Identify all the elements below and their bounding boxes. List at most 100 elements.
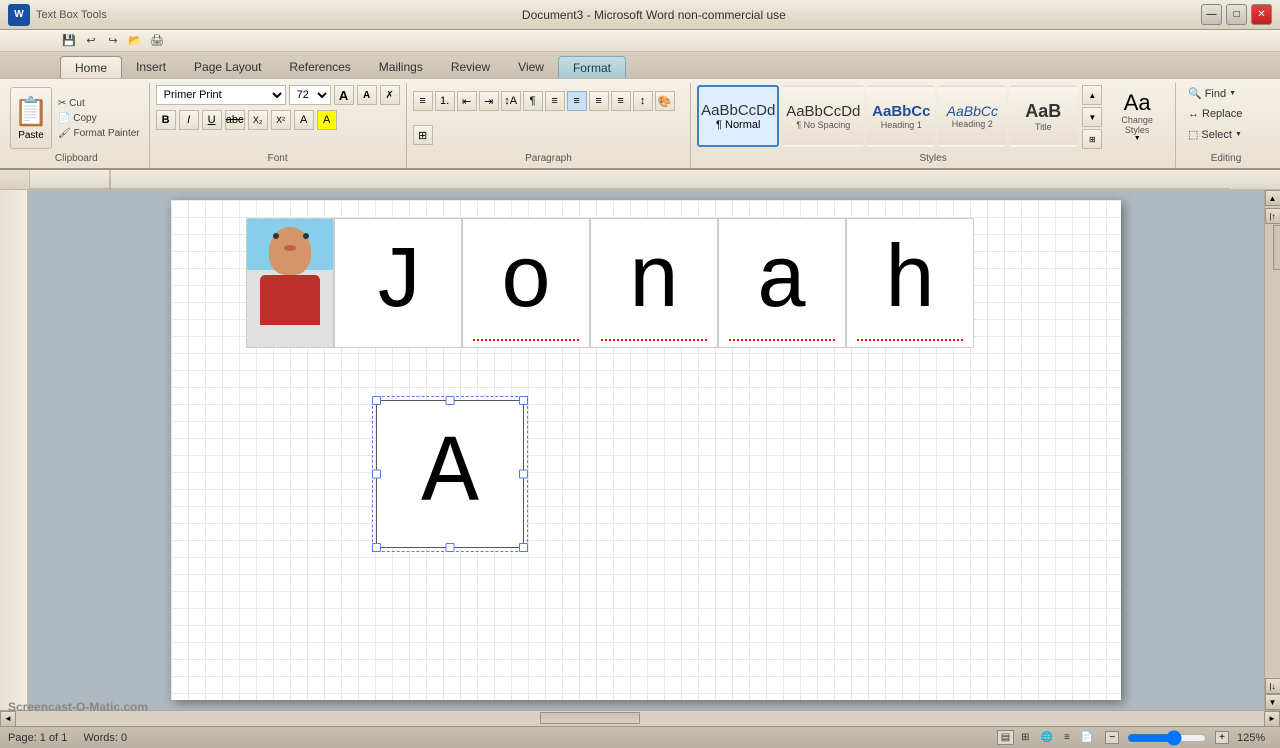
shrink-font-button[interactable]: A — [357, 85, 377, 105]
save-button[interactable]: 💾 — [60, 32, 78, 50]
style-title[interactable]: AaB Title — [1009, 85, 1077, 147]
full-screen-icon[interactable]: ⊞ — [1017, 730, 1033, 745]
bullets-button[interactable]: ≡ — [413, 91, 433, 111]
sort-button[interactable]: ↕A — [501, 91, 521, 111]
numbering-button[interactable]: 1. — [435, 91, 455, 111]
align-center-button[interactable]: ≡ — [567, 91, 587, 111]
grow-font-button[interactable]: A — [334, 85, 354, 105]
tab-mailings[interactable]: Mailings — [365, 56, 437, 78]
textbox-A[interactable]: A — [376, 400, 524, 548]
scroll-up-button[interactable]: ▲ — [1265, 190, 1280, 206]
tab-review[interactable]: Review — [437, 56, 504, 78]
styles-scroll-down[interactable]: ▼ — [1082, 107, 1102, 127]
tab-view[interactable]: View — [504, 56, 558, 78]
style-heading1[interactable]: AaBbCc Heading 1 — [867, 85, 935, 147]
scroll-thumb[interactable] — [1273, 225, 1280, 270]
font-name-select[interactable]: Primer Print — [156, 85, 286, 105]
h-scroll-thumb[interactable] — [540, 712, 640, 724]
scroll-down-button[interactable]: ▼ — [1265, 694, 1280, 710]
indent-increase-button[interactable]: ⇥ — [479, 91, 499, 111]
underline-button[interactable]: U — [202, 110, 222, 130]
style-heading2[interactable]: AaBbCc Heading 2 — [938, 85, 1006, 147]
change-styles-icon: Aa — [1124, 90, 1151, 116]
toolbar-context-label: Text Box Tools — [36, 9, 107, 21]
indent-decrease-button[interactable]: ⇤ — [457, 91, 477, 111]
style-normal[interactable]: AaBbCcDd ¶ Normal — [697, 85, 779, 147]
zoom-in-button[interactable]: + — [1215, 731, 1229, 744]
find-label: Find — [1205, 88, 1226, 100]
tab-references[interactable]: References — [275, 56, 364, 78]
handle-tl[interactable] — [372, 396, 381, 405]
scroll-bottom-btn[interactable]: |↓ — [1265, 678, 1280, 694]
format-painter-button[interactable]: 🖌 Format Painter — [55, 127, 143, 140]
change-styles-button[interactable]: Aa Change Styles ▼ — [1105, 85, 1169, 147]
h-scroll-right[interactable]: ► — [1264, 711, 1280, 727]
draft-icon[interactable]: 📄 — [1077, 730, 1097, 745]
print-button[interactable]: 🖨 — [148, 32, 166, 50]
zoom-slider[interactable] — [1127, 733, 1207, 743]
styles-expand[interactable]: ⊞ — [1082, 129, 1102, 149]
handle-bl[interactable] — [372, 543, 381, 552]
tab-insert[interactable]: Insert — [122, 56, 180, 78]
handle-tr[interactable] — [519, 396, 528, 405]
undo-button[interactable]: ↩ — [82, 32, 100, 50]
replace-button[interactable]: ↔ Replace — [1182, 106, 1248, 122]
shading-button[interactable]: 🎨 — [655, 91, 675, 111]
outline-icon[interactable]: ≡ — [1060, 730, 1074, 745]
ribbon: Home Insert Page Layout References Maili… — [0, 52, 1280, 170]
styles-scroll-up[interactable]: ▲ — [1082, 85, 1102, 105]
handle-ml[interactable] — [372, 470, 381, 479]
style-title-text: AaB — [1025, 101, 1061, 122]
paste-icon: 📋 — [14, 95, 49, 128]
font-size-select[interactable]: 72 — [289, 85, 331, 105]
close-button[interactable]: ✕ — [1251, 4, 1272, 25]
italic-button[interactable]: I — [179, 110, 199, 130]
highlight-button[interactable]: A — [317, 110, 337, 130]
align-right-button[interactable]: ≡ — [589, 91, 609, 111]
zoom-out-button[interactable]: − — [1105, 731, 1119, 744]
horizontal-scrollbar[interactable]: ◄ ► — [0, 710, 1280, 726]
text-color-button[interactable]: A — [294, 110, 314, 130]
tab-format[interactable]: Format — [558, 56, 626, 78]
strikethrough-button[interactable]: abc — [225, 110, 245, 130]
document-scroll-area[interactable]: J o n a h — [28, 190, 1264, 710]
cut-button[interactable]: ✂ Cut — [55, 97, 143, 110]
handle-tc[interactable] — [446, 396, 455, 405]
maximize-button[interactable]: □ — [1226, 4, 1247, 25]
superscript-button[interactable]: X² — [271, 110, 291, 130]
select-button[interactable]: ⬚ Select ▼ — [1182, 126, 1248, 143]
letter-cell-o: o — [462, 218, 590, 348]
subscript-button[interactable]: X₂ — [248, 110, 268, 130]
print-layout-icon[interactable]: ▤ — [997, 730, 1014, 745]
style-no-spacing[interactable]: AaBbCcDd ¶ No Spacing — [782, 85, 864, 147]
copy-button[interactable]: 📄 Copy — [55, 112, 143, 125]
tab-home[interactable]: Home — [60, 56, 122, 78]
open-button[interactable]: 📂 — [126, 32, 144, 50]
paste-label: Paste — [18, 130, 44, 141]
replace-icon: ↔ — [1188, 108, 1199, 120]
show-formatting-button[interactable]: ¶ — [523, 91, 543, 111]
minimize-button[interactable]: — — [1201, 4, 1222, 25]
style-title-label: Title — [1035, 122, 1052, 132]
styles-group: AaBbCcDd ¶ Normal AaBbCcDd ¶ No Spacing … — [691, 83, 1176, 168]
paste-button[interactable]: 📋 Paste — [10, 87, 52, 149]
redo-button[interactable]: ↪ — [104, 32, 122, 50]
editing-group: 🔍 Find ▼ ↔ Replace ⬚ Select ▼ Editing — [1176, 83, 1276, 168]
scroll-top-btn[interactable]: |↑ — [1265, 208, 1280, 224]
bold-button[interactable]: B — [156, 110, 176, 130]
line-spacing-button[interactable]: ↕ — [633, 91, 653, 111]
tab-page-layout[interactable]: Page Layout — [180, 56, 275, 78]
border-button[interactable]: ⊞ — [413, 125, 433, 145]
vertical-scrollbar[interactable]: ▲ |↑ |↓ ▼ — [1264, 190, 1280, 710]
find-button[interactable]: 🔍 Find ▼ — [1182, 85, 1242, 102]
find-icon: 🔍 — [1188, 87, 1202, 100]
justify-button[interactable]: ≡ — [611, 91, 631, 111]
align-left-button[interactable]: ≡ — [545, 91, 565, 111]
clear-format-button[interactable]: ✗ — [380, 85, 400, 105]
web-layout-icon[interactable]: 🌐 — [1037, 730, 1057, 745]
main-layout: J o n a h — [0, 170, 1280, 726]
handle-bc[interactable] — [446, 543, 455, 552]
style-heading1-label: Heading 1 — [881, 120, 922, 130]
handle-br[interactable] — [519, 543, 528, 552]
handle-mr[interactable] — [519, 470, 528, 479]
